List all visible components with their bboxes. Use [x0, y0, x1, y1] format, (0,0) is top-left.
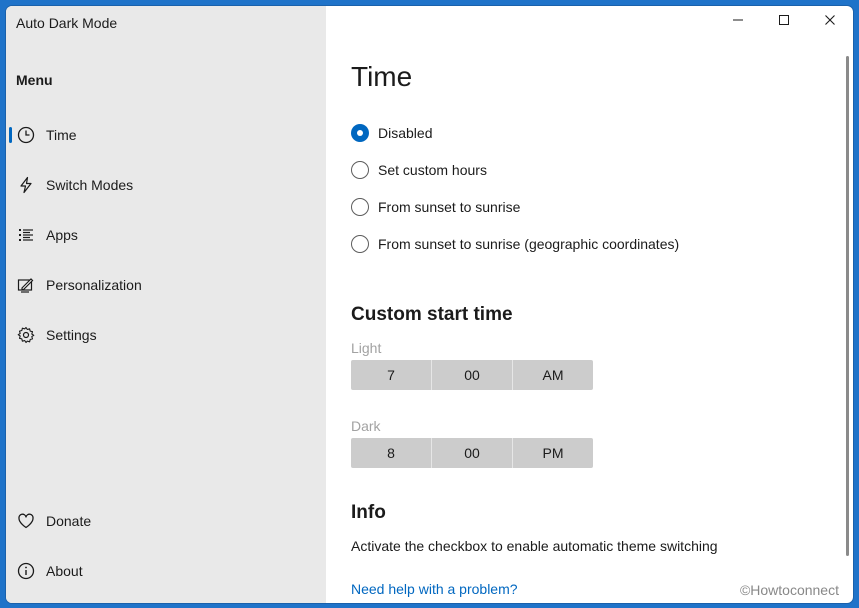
content-pane: Time Disabled Set custom hours From suns…	[326, 6, 853, 603]
sidebar-item-personalization[interactable]: Personalization	[6, 265, 326, 305]
help-link[interactable]: Need help with a problem?	[351, 581, 518, 597]
page-title: Time	[351, 61, 413, 92]
sidebar-item-label: Donate	[46, 513, 92, 529]
dark-period[interactable]: PM	[512, 438, 593, 468]
sidebar-item-label: About	[46, 563, 83, 579]
sidebar-item-switch-modes[interactable]: Switch Modes	[6, 165, 326, 205]
sidebar-item-label: Settings	[46, 327, 97, 343]
scrollbar[interactable]	[846, 56, 849, 556]
info-icon	[17, 562, 35, 580]
dark-label: Dark	[351, 418, 381, 434]
sidebar-item-settings[interactable]: Settings	[6, 315, 326, 355]
minimize-button[interactable]	[715, 6, 761, 38]
sidebar: Auto Dark Mode Menu Time Switch Modes Ap…	[6, 6, 326, 603]
sidebar-item-label: Time	[46, 127, 77, 143]
option-label: From sunset to sunrise (geographic coord…	[378, 236, 680, 252]
app-title: Auto Dark Mode	[16, 15, 118, 31]
sidebar-item-label: Switch Modes	[46, 177, 134, 193]
light-minute[interactable]: 00	[431, 360, 512, 390]
radio-button[interactable]	[351, 124, 369, 142]
option-label: Disabled	[378, 125, 433, 141]
radio-button[interactable]	[351, 235, 369, 253]
sidebar-item-label: Apps	[46, 227, 78, 243]
menu-heading: Menu	[16, 72, 53, 88]
option-sunset-to-sunrise[interactable]: From sunset to sunrise	[351, 195, 520, 219]
dark-hour[interactable]: 8	[351, 438, 431, 468]
close-icon	[824, 13, 836, 31]
option-label: Set custom hours	[378, 162, 487, 178]
clock-icon	[17, 126, 35, 144]
option-sunset-to-sunrise-geo[interactable]: From sunset to sunrise (geographic coord…	[351, 232, 679, 256]
light-time-picker[interactable]: 7 00 AM	[351, 360, 593, 390]
info-heading: Info	[351, 502, 386, 523]
sidebar-item-apps[interactable]: Apps	[6, 215, 326, 255]
list-icon	[17, 226, 35, 244]
personalization-icon	[17, 276, 35, 294]
minimize-icon	[732, 13, 744, 31]
sidebar-item-about[interactable]: About	[6, 551, 326, 591]
lightning-icon	[17, 176, 35, 194]
maximize-icon	[778, 13, 790, 31]
dark-minute[interactable]: 00	[431, 438, 512, 468]
gear-icon	[17, 326, 35, 344]
option-set-custom-hours[interactable]: Set custom hours	[351, 158, 487, 182]
option-disabled[interactable]: Disabled	[351, 121, 432, 145]
light-label: Light	[351, 340, 382, 356]
sidebar-item-donate[interactable]: Donate	[6, 501, 326, 541]
radio-button[interactable]	[351, 161, 369, 179]
light-period[interactable]: AM	[512, 360, 593, 390]
light-hour[interactable]: 7	[351, 360, 431, 390]
app-window: Auto Dark Mode Menu Time Switch Modes Ap…	[6, 6, 853, 603]
watermark: ©Howtoconnect	[739, 582, 839, 598]
custom-start-time-heading: Custom start time	[351, 304, 513, 325]
close-button[interactable]	[807, 6, 853, 38]
option-label: From sunset to sunrise	[378, 199, 521, 215]
dark-time-picker[interactable]: 8 00 PM	[351, 438, 593, 468]
sidebar-item-label: Personalization	[46, 277, 142, 293]
selection-indicator	[9, 127, 12, 143]
sidebar-item-time[interactable]: Time	[6, 115, 326, 155]
info-text: Activate the checkbox to enable automati…	[351, 538, 718, 554]
maximize-button[interactable]	[761, 6, 807, 38]
heart-icon	[17, 512, 35, 530]
radio-button[interactable]	[351, 198, 369, 216]
